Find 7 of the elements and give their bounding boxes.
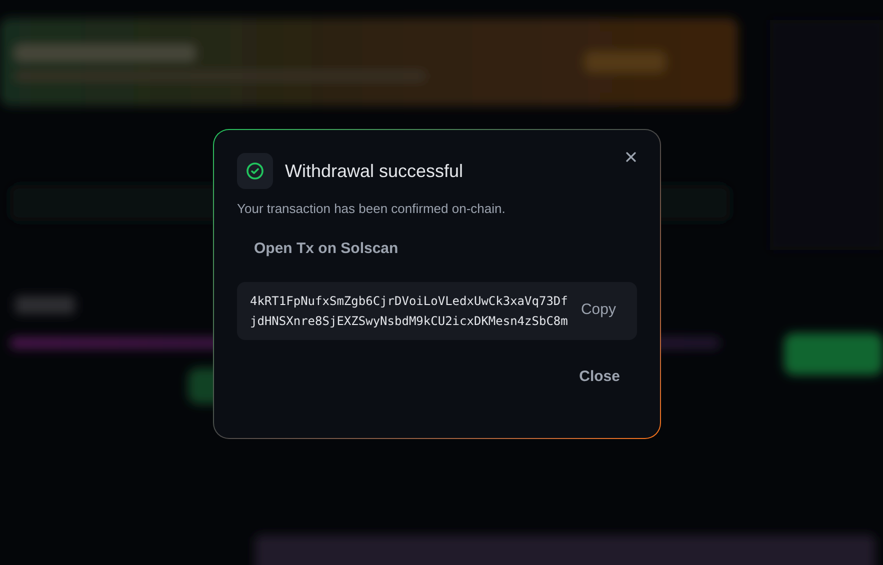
copy-button[interactable]: Copy (580, 299, 616, 322)
close-button[interactable]: Close (579, 366, 620, 388)
tx-hash: 4kRT1FpNufxSmZgb6CjrDVoiLoVLedxUwCk3xaVq73DfjdHNSXnre8SjEXZSwyNsbdM9kCU2icxDKMesn4zSbC8m (250, 292, 568, 330)
solscan-link[interactable]: Open Tx on Solscan (254, 238, 398, 260)
close-icon[interactable] (624, 150, 638, 164)
dialog-title: Withdrawal successful (285, 160, 464, 182)
dialog-message: Your transaction has been confirmed on-chain. (237, 200, 506, 218)
